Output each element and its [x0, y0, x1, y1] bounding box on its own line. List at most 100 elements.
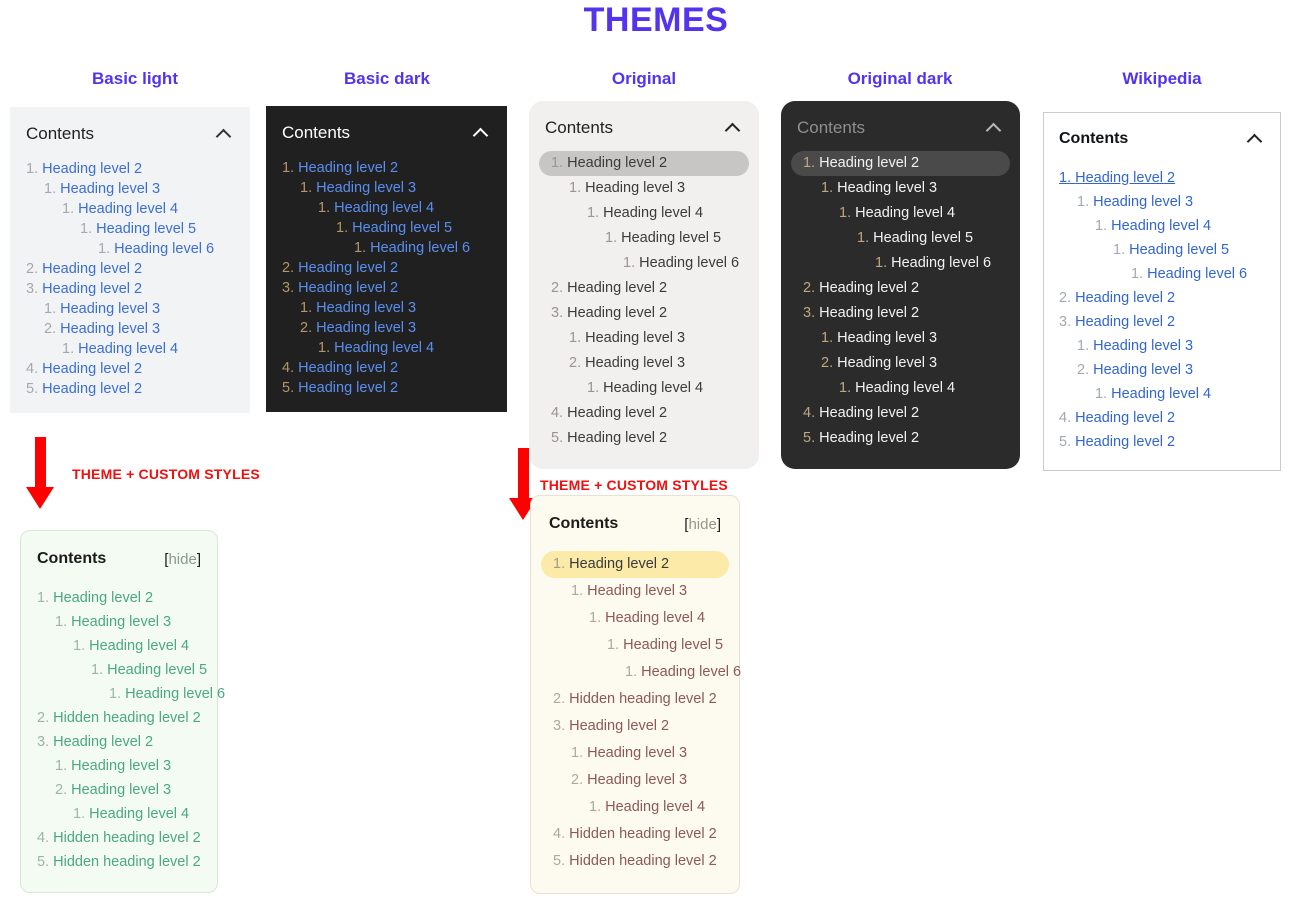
toc-item-link[interactable]: Heading level 4 [1111, 218, 1211, 234]
toc-item-link[interactable]: Hidden heading level 2 [569, 691, 717, 707]
hide-toggle-button[interactable]: [hide] [684, 516, 721, 533]
toc-list-item[interactable]: 1. Heading level 2 [1059, 166, 1265, 190]
toc-list-item[interactable]: 2. Heading level 3 [26, 319, 234, 339]
toc-item-link[interactable]: Heading level 2 [1075, 434, 1175, 450]
toc-list-item[interactable]: 1. Heading level 2 [539, 151, 749, 176]
toc-item-link[interactable]: Heading level 4 [89, 638, 189, 654]
toc-item-link[interactable]: Heading level 3 [837, 180, 937, 196]
toc-item-link[interactable]: Heading level 3 [1093, 194, 1193, 210]
toc-item-link[interactable]: Heading level 5 [96, 221, 196, 237]
toc-item-link[interactable]: Heading level 5 [1129, 242, 1229, 258]
toc-list-item[interactable]: 1. Heading level 5 [791, 226, 1010, 251]
toc-item-link[interactable]: Heading level 6 [639, 255, 739, 271]
toc-item-link[interactable]: Heading level 2 [1075, 314, 1175, 330]
toc-item-link[interactable]: Heading level 4 [1111, 386, 1211, 402]
toc-list-item[interactable]: 2. Hidden heading level 2 [37, 706, 201, 730]
toc-item-link[interactable]: Heading level 5 [352, 220, 452, 236]
toc-item-link[interactable]: Heading level 4 [78, 341, 178, 357]
toc-list-item[interactable]: 1. Heading level 4 [37, 634, 201, 658]
toc-list-item[interactable]: 2. Heading level 3 [37, 778, 201, 802]
toc-list-item[interactable]: 1. Heading level 2 [282, 158, 491, 178]
toc-list-item[interactable]: 1. Heading level 3 [791, 326, 1010, 351]
toc-item-link[interactable]: Heading level 4 [855, 205, 955, 221]
hide-toggle-button[interactable]: [hide] [164, 551, 201, 568]
toc-item-link[interactable]: Heading level 4 [334, 200, 434, 216]
toc-list-item[interactable]: 1. Heading level 4 [26, 339, 234, 359]
toc-list-item[interactable]: 4. Heading level 2 [26, 359, 234, 379]
toc-item-link[interactable]: Heading level 3 [316, 320, 416, 336]
toc-item-link[interactable]: Heading level 4 [78, 201, 178, 217]
toc-list-item[interactable]: 1. Heading level 3 [539, 326, 749, 351]
toc-list-item[interactable]: 1. Heading level 3 [282, 178, 491, 198]
toc-item-link[interactable]: Heading level 2 [819, 280, 919, 296]
toc-item-link[interactable]: Heading level 2 [567, 405, 667, 421]
toc-item-link[interactable]: Heading level 4 [89, 806, 189, 822]
toc-list-item[interactable]: 4. Hidden heading level 2 [37, 826, 201, 850]
toc-item-link[interactable]: Heading level 3 [585, 330, 685, 346]
toc-item-link[interactable]: Heading level 4 [334, 340, 434, 356]
toc-item-link[interactable]: Heading level 5 [873, 230, 973, 246]
toc-list-item[interactable]: 1. Heading level 5 [541, 632, 729, 659]
toc-item-link[interactable]: Heading level 2 [567, 430, 667, 446]
toc-list-item[interactable]: 2. Heading level 3 [282, 318, 491, 338]
toc-item-link[interactable]: Heading level 3 [587, 583, 687, 599]
toc-item-link[interactable]: Heading level 6 [114, 241, 214, 257]
toc-list-item[interactable]: 4. Heading level 2 [282, 358, 491, 378]
chevron-up-icon[interactable] [986, 119, 1004, 137]
toc-list-item[interactable]: 1. Heading level 4 [282, 198, 491, 218]
toc-list-item[interactable]: 4. Hidden heading level 2 [541, 821, 729, 848]
toc-list-item[interactable]: 1. Heading level 6 [282, 238, 491, 258]
toc-list-item[interactable]: 1. Heading level 6 [26, 239, 234, 259]
toc-item-link[interactable]: Heading level 3 [837, 355, 937, 371]
toc-list-item[interactable]: 3. Heading level 2 [541, 713, 729, 740]
toc-list-item[interactable]: 1. Heading level 4 [282, 338, 491, 358]
toc-item-link[interactable]: Heading level 2 [42, 281, 142, 297]
toc-list-item[interactable]: 1. Heading level 4 [541, 605, 729, 632]
toc-item-link[interactable]: Heading level 2 [1075, 290, 1175, 306]
toc-list-item[interactable]: 1. Heading level 4 [1059, 382, 1265, 406]
toc-item-link[interactable]: Heading level 3 [1093, 338, 1193, 354]
toc-item-link[interactable]: Heading level 2 [1075, 410, 1175, 426]
toc-item-link[interactable]: Heading level 2 [819, 155, 919, 171]
toc-list-item[interactable]: 1. Heading level 4 [37, 802, 201, 826]
toc-item-link[interactable]: Hidden heading level 2 [569, 826, 717, 842]
toc-list-item[interactable]: 1. Heading level 3 [26, 299, 234, 319]
toc-item-link[interactable]: Heading level 3 [71, 614, 171, 630]
toc-list-item[interactable]: 2. Heading level 2 [1059, 286, 1265, 310]
toc-item-link[interactable]: Heading level 4 [605, 799, 705, 815]
toc-item-link[interactable]: Heading level 3 [60, 301, 160, 317]
toc-item-link[interactable]: Heading level 3 [71, 758, 171, 774]
toc-item-link[interactable]: Heading level 3 [1093, 362, 1193, 378]
toc-item-link[interactable]: Heading level 3 [587, 772, 687, 788]
toc-item-link[interactable]: Heading level 2 [42, 161, 142, 177]
toc-list-item[interactable]: 5. Heading level 2 [1059, 430, 1265, 454]
toc-list-item[interactable]: 1. Heading level 6 [541, 659, 741, 686]
toc-list-item[interactable]: 1. Heading level 4 [541, 794, 729, 821]
toc-item-link[interactable]: Heading level 4 [855, 380, 955, 396]
toc-list-item[interactable]: 1. Heading level 6 [791, 251, 1010, 276]
toc-list-item[interactable]: 2. Heading level 3 [541, 767, 729, 794]
toc-list-item[interactable]: 3. Heading level 2 [791, 301, 1010, 326]
toc-list-item[interactable]: 2. Heading level 2 [539, 276, 749, 301]
toc-list-item[interactable]: 2. Hidden heading level 2 [541, 686, 729, 713]
toc-list-item[interactable]: 3. Heading level 2 [37, 730, 201, 754]
toc-list-item[interactable]: 5. Hidden heading level 2 [541, 848, 729, 875]
toc-list-item[interactable]: 1. Heading level 5 [26, 219, 234, 239]
toc-list-item[interactable]: 1. Heading level 2 [541, 551, 729, 578]
toc-list-item[interactable]: 1. Heading level 2 [791, 151, 1010, 176]
toc-item-link[interactable]: Heading level 2 [567, 155, 667, 171]
toc-item-link[interactable]: Heading level 2 [42, 261, 142, 277]
toc-list-item[interactable]: 2. Heading level 3 [1059, 358, 1265, 382]
toc-list-item[interactable]: 1. Heading level 6 [1059, 262, 1265, 286]
toc-item-link[interactable]: Heading level 2 [42, 361, 142, 377]
toc-list-item[interactable]: 1. Heading level 5 [37, 658, 207, 682]
toc-item-link[interactable]: Heading level 3 [71, 782, 171, 798]
toc-item-link[interactable]: Heading level 6 [125, 686, 225, 702]
toc-item-link[interactable]: Hidden heading level 2 [53, 710, 201, 726]
toc-item-link[interactable]: Heading level 2 [53, 734, 153, 750]
toc-list-item[interactable]: 5. Heading level 2 [539, 426, 749, 451]
toc-item-link[interactable]: Heading level 2 [567, 305, 667, 321]
toc-list-item[interactable]: 1. Heading level 3 [539, 176, 749, 201]
toc-list-item[interactable]: 2. Heading level 2 [26, 259, 234, 279]
toc-item-link[interactable]: Heading level 3 [585, 180, 685, 196]
